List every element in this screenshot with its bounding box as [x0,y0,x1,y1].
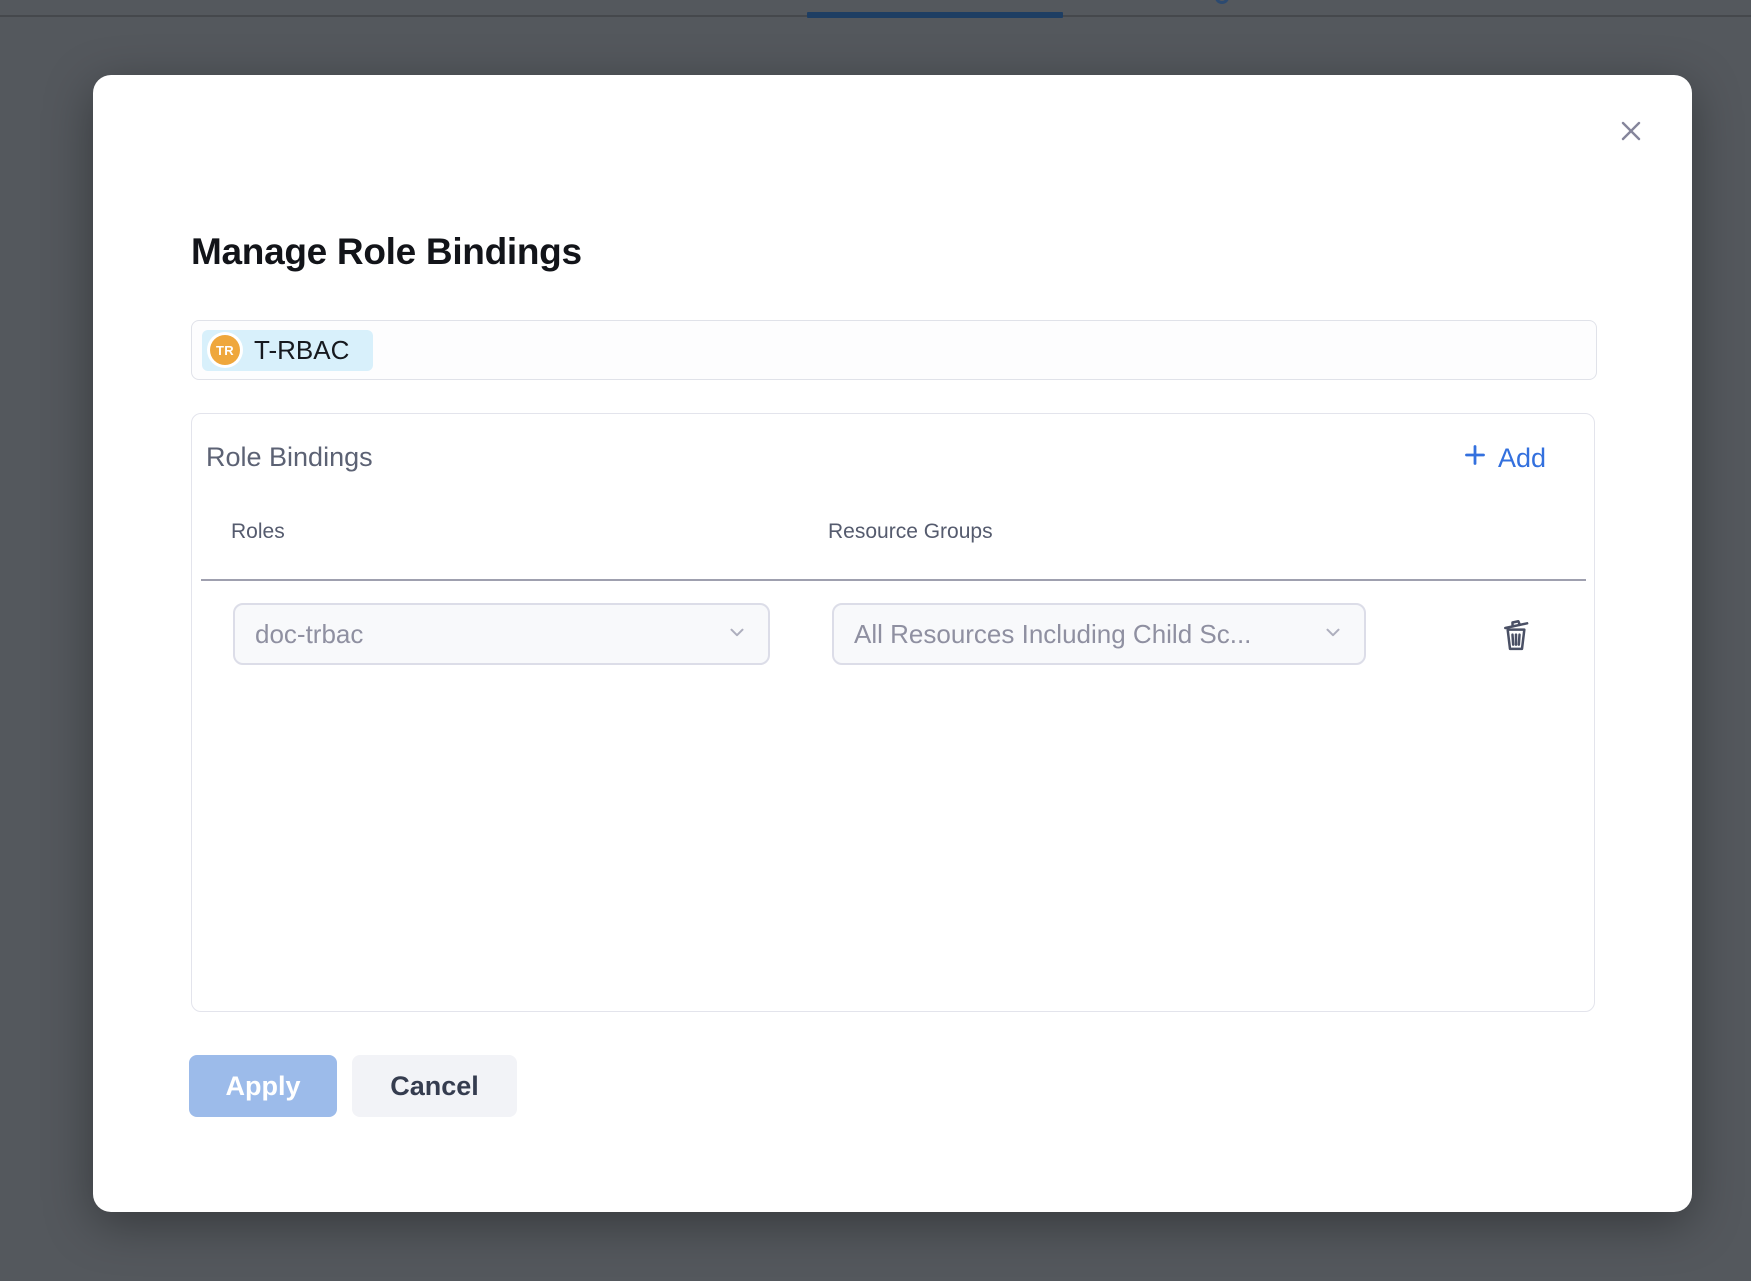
role-bindings-card: Role Bindings Add Roles Resource Groups … [191,413,1595,1012]
resource-group-dropdown[interactable]: All Resources Including Child Sc... [832,603,1366,665]
avatar: TR [210,335,240,365]
plus-icon [1462,442,1488,475]
close-button[interactable] [1609,111,1653,155]
add-button-label: Add [1498,443,1546,474]
cancel-button[interactable]: Cancel [352,1055,517,1117]
apply-button[interactable]: Apply [189,1055,337,1117]
manage-role-bindings-dialog: Manage Role Bindings User TR T-RBAC Role… [93,75,1692,1212]
selected-user-chip[interactable]: TR T-RBAC [202,330,373,371]
resource-group-dropdown-value: All Resources Including Child Sc... [854,619,1251,650]
delete-row-button[interactable] [1494,611,1538,659]
role-bindings-section-title: Role Bindings [206,442,373,473]
column-header-resource-groups: Resource Groups [828,520,993,544]
user-select-field[interactable]: TR T-RBAC [191,320,1597,380]
column-header-roles: Roles [231,520,285,544]
background-active-tab-underline [807,12,1063,18]
role-binding-row: doc-trbac All Resources Including Child … [192,603,1594,665]
selected-user-name: T-RBAC [254,335,349,366]
role-dropdown[interactable]: doc-trbac [233,603,770,665]
screen: Manage Role Bindings User TR T-RBAC Role… [0,0,1751,1281]
chevron-down-icon [726,621,748,648]
add-role-binding-button[interactable]: Add [1462,442,1546,475]
chevron-down-icon [1322,621,1344,648]
background-partial-icon [1215,0,1229,4]
role-dropdown-value: doc-trbac [255,619,363,650]
close-icon [1616,116,1646,151]
dialog-title: Manage Role Bindings [191,231,582,273]
table-header-divider [201,579,1586,581]
trash-icon [1496,611,1536,660]
